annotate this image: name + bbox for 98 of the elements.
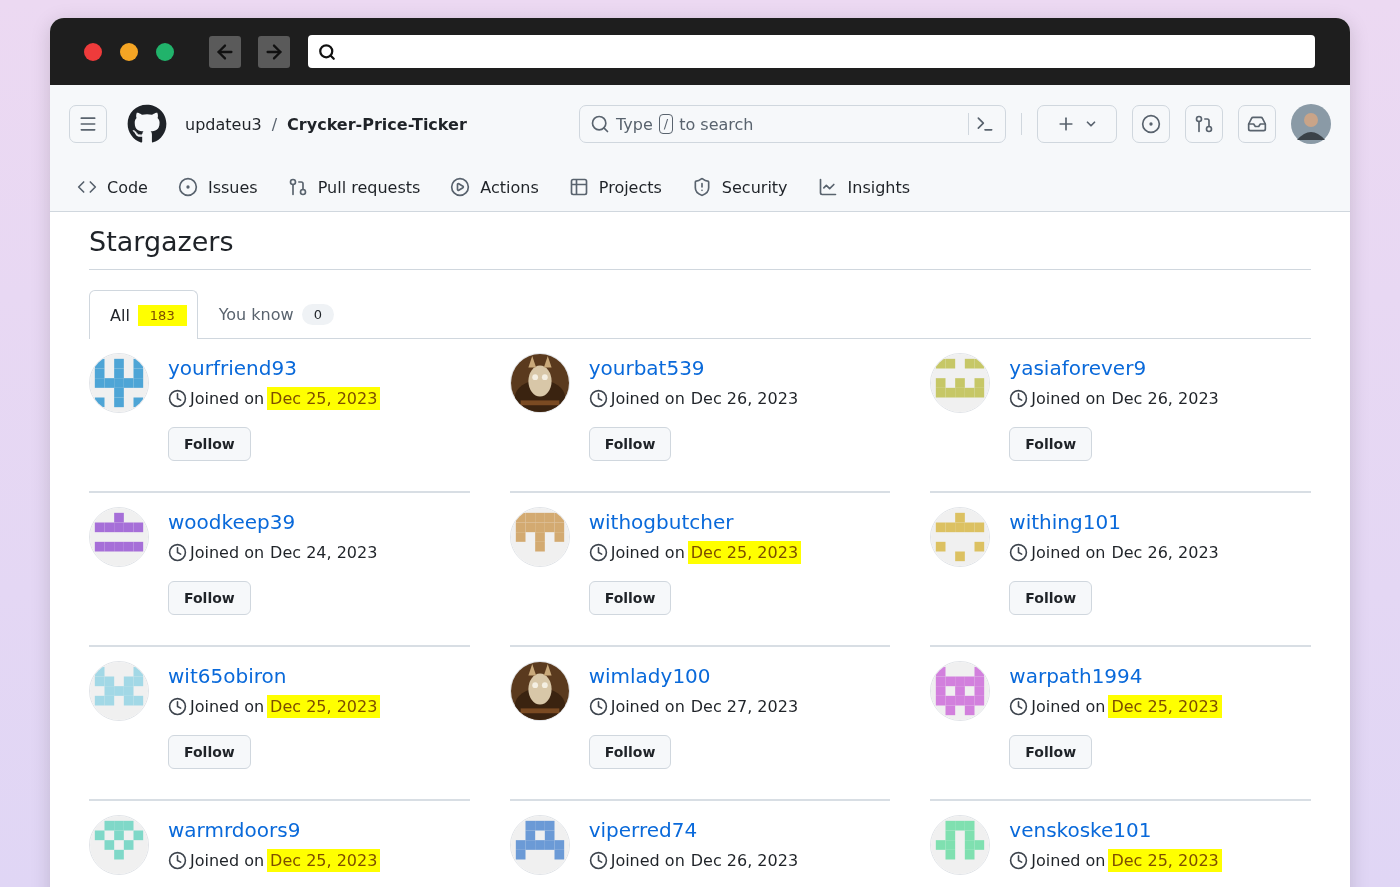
follow-button[interactable]: Follow bbox=[588, 427, 672, 461]
breadcrumb-separator: / bbox=[271, 114, 278, 134]
repo-nav-tab[interactable]: Projects bbox=[568, 177, 662, 197]
username-link[interactable]: viperred74 bbox=[588, 815, 698, 845]
username-link[interactable]: venskoske101 bbox=[1009, 815, 1152, 845]
username-link[interactable]: woodkeep39 bbox=[168, 507, 296, 537]
repo-nav-tab[interactable]: Actions bbox=[450, 177, 539, 197]
username-link[interactable]: wimlady100 bbox=[588, 661, 711, 691]
repo-nav-tab[interactable]: Code bbox=[77, 177, 148, 197]
follow-button[interactable]: Follow bbox=[588, 581, 672, 615]
join-date: Dec 26, 2023 bbox=[1110, 387, 1220, 410]
forward-button[interactable] bbox=[258, 35, 290, 68]
joined-label: Joined on bbox=[190, 850, 265, 870]
insights-icon bbox=[817, 177, 838, 197]
follow-button[interactable]: Follow bbox=[1009, 581, 1093, 615]
join-date: Dec 26, 2023 bbox=[689, 387, 800, 410]
projects-icon bbox=[568, 177, 589, 197]
username-link[interactable]: yasiaforever9 bbox=[1009, 353, 1147, 383]
owner-link[interactable]: updateu3 bbox=[185, 114, 262, 134]
joined-label: Joined on bbox=[1031, 850, 1106, 870]
user-avatar[interactable] bbox=[1291, 104, 1331, 144]
repo-nav-tab[interactable]: Issues bbox=[177, 177, 258, 197]
circle-dot-icon bbox=[1141, 114, 1161, 134]
username-link[interactable]: withing101 bbox=[1009, 507, 1121, 537]
search-icon bbox=[318, 42, 336, 61]
clock-icon bbox=[168, 542, 187, 562]
follow-button[interactable]: Follow bbox=[168, 735, 251, 769]
pull-requests-button[interactable] bbox=[1185, 105, 1223, 143]
clock-icon bbox=[168, 850, 187, 870]
search-icon bbox=[590, 114, 610, 134]
pull-request-icon bbox=[1194, 114, 1214, 134]
username-link[interactable]: warpath1994 bbox=[1009, 661, 1143, 691]
joined-label: Joined on bbox=[610, 850, 685, 870]
username-link[interactable]: yourfriend93 bbox=[168, 353, 297, 383]
joined-label: Joined on bbox=[190, 696, 265, 716]
username-link[interactable]: wit65obiron bbox=[168, 661, 287, 691]
maximize-window-button[interactable] bbox=[156, 42, 174, 61]
clock-icon bbox=[1009, 850, 1029, 870]
clock-icon bbox=[588, 850, 608, 870]
clock-icon bbox=[1009, 388, 1029, 408]
joined-label: Joined on bbox=[610, 696, 685, 716]
follow-button[interactable]: Follow bbox=[588, 735, 672, 769]
join-date: Dec 25, 2023 bbox=[1108, 694, 1222, 718]
cat-logo-icon[interactable] bbox=[127, 104, 167, 144]
join-date: Dec 25, 2023 bbox=[1108, 848, 1222, 872]
username-link[interactable]: warmrdoors9 bbox=[168, 815, 301, 845]
menu-icon bbox=[78, 114, 98, 134]
repo-nav-tab[interactable]: Security bbox=[691, 177, 788, 197]
menu-button[interactable] bbox=[69, 105, 107, 143]
close-window-button[interactable] bbox=[84, 42, 102, 61]
inbox-button[interactable] bbox=[1238, 105, 1276, 143]
follow-button[interactable]: Follow bbox=[168, 581, 251, 615]
filter-tab[interactable]: All 183 bbox=[89, 290, 198, 339]
joined-label: Joined on bbox=[1031, 696, 1106, 716]
follow-button[interactable]: Follow bbox=[1009, 735, 1093, 769]
actions-icon bbox=[450, 177, 471, 197]
join-date: Dec 25, 2023 bbox=[687, 540, 802, 564]
follow-button[interactable]: Follow bbox=[1009, 427, 1093, 461]
minimize-window-button[interactable] bbox=[120, 42, 138, 61]
join-date: Dec 25, 2023 bbox=[267, 848, 381, 872]
clock-icon bbox=[588, 388, 608, 408]
joined-label: Joined on bbox=[610, 542, 685, 562]
join-date: Dec 24, 2023 bbox=[269, 541, 379, 564]
clock-icon bbox=[168, 696, 187, 716]
shortcut-key: / bbox=[658, 114, 674, 134]
search-hint: Type bbox=[616, 114, 653, 134]
username-link[interactable]: yourbat539 bbox=[588, 353, 705, 383]
count-badge: 183 bbox=[137, 304, 187, 326]
username-link[interactable]: withogbutcher bbox=[588, 507, 734, 537]
join-date: Dec 25, 2023 bbox=[267, 386, 381, 410]
clock-icon bbox=[588, 542, 608, 562]
page-title: Stargazers bbox=[89, 226, 1311, 270]
repo-nav-tab[interactable]: Insights bbox=[817, 177, 911, 197]
repo-link[interactable]: Crycker-Price-Ticker bbox=[287, 114, 467, 134]
clock-icon bbox=[588, 696, 608, 716]
search-hint: to search bbox=[679, 114, 754, 134]
clock-icon bbox=[168, 388, 187, 408]
join-date: Dec 26, 2023 bbox=[689, 849, 800, 872]
join-date: Dec 26, 2023 bbox=[1110, 541, 1220, 564]
pulls-icon bbox=[287, 177, 308, 197]
joined-label: Joined on bbox=[1031, 388, 1106, 408]
follow-button[interactable]: Follow bbox=[168, 427, 251, 461]
back-button[interactable] bbox=[209, 35, 241, 68]
joined-label: Joined on bbox=[610, 388, 685, 408]
terminal-icon[interactable] bbox=[975, 114, 995, 134]
joined-label: Joined on bbox=[190, 388, 265, 408]
join-date: Dec 27, 2023 bbox=[689, 695, 800, 718]
search-field[interactable]: Type / to search bbox=[579, 105, 1006, 143]
joined-label: Joined on bbox=[1031, 542, 1106, 562]
joined-label: Joined on bbox=[190, 542, 265, 562]
clock-icon bbox=[1009, 696, 1029, 716]
clock-icon bbox=[1009, 542, 1029, 562]
join-date: Dec 25, 2023 bbox=[267, 694, 381, 718]
issues-button[interactable] bbox=[1132, 105, 1170, 143]
repo-nav-tab[interactable]: Pull requests bbox=[287, 177, 421, 197]
count-badge: 0 bbox=[301, 304, 334, 325]
issues-icon bbox=[177, 177, 198, 197]
inbox-icon bbox=[1247, 114, 1267, 134]
